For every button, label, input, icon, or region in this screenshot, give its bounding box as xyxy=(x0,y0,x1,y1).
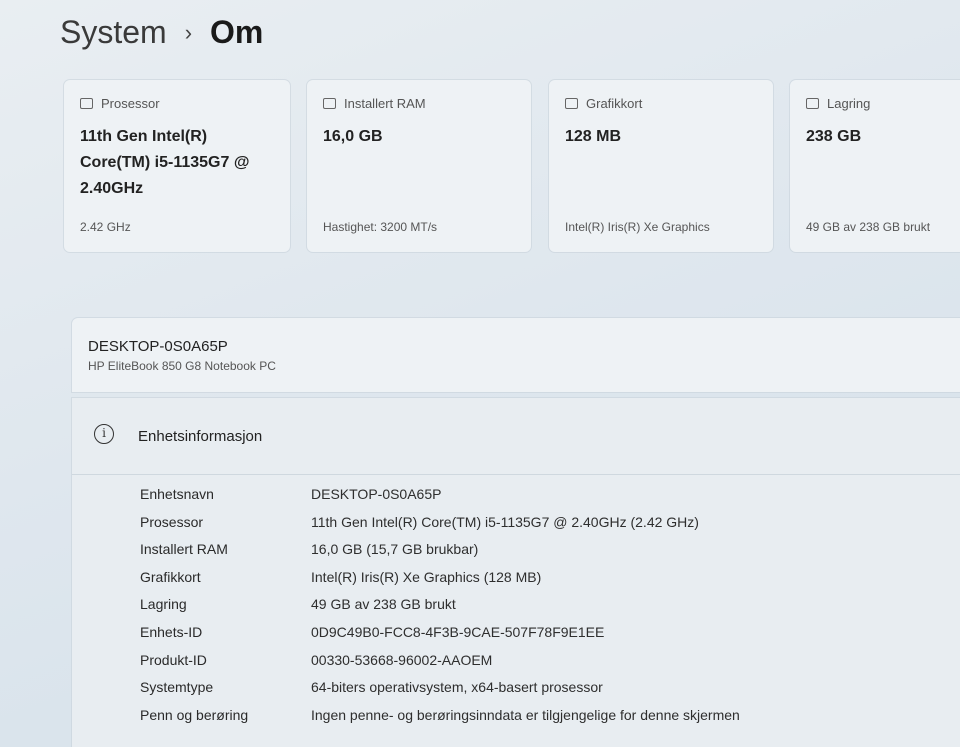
spec-value: 49 GB av 238 GB brukt xyxy=(311,596,456,613)
gpu-card: Grafikkort 128 MB Intel(R) Iris(R) Xe Gr… xyxy=(549,80,773,252)
card-subtext: 2.42 GHz xyxy=(80,220,131,234)
spec-value: DESKTOP-0S0A65P xyxy=(311,486,442,502)
spec-key: Lagring xyxy=(140,596,187,613)
ram-card: Installert RAM 16,0 GB Hastighet: 3200 M… xyxy=(307,80,531,252)
spec-value: 64-biters operativsystem, x64-basert pro… xyxy=(311,679,603,696)
card-value: 238 GB xyxy=(806,128,862,145)
storage-card: Lagring 238 GB 49 GB av 238 GB brukt xyxy=(790,80,960,252)
card-label: Lagring xyxy=(827,96,871,111)
spec-value: Intel(R) Iris(R) Xe Graphics (128 MB) xyxy=(311,568,542,585)
breadcrumb-system-link[interactable]: System xyxy=(60,14,167,51)
card-label: Prosessor xyxy=(101,96,160,111)
gpu-icon xyxy=(565,98,578,109)
spec-value: 16,0 GB (15,7 GB brukbar) xyxy=(311,541,479,558)
card-subtext: Intel(R) Iris(R) Xe Graphics xyxy=(565,220,710,234)
spec-key: Systemtype xyxy=(140,679,214,696)
card-value: 128 MB xyxy=(565,128,622,145)
cpu-icon xyxy=(80,98,93,109)
spec-key: Produkt-ID xyxy=(140,651,207,668)
device-name: DESKTOP-0S0A65P xyxy=(88,338,228,355)
device-name-bar[interactable]: DESKTOP-0S0A65P HP EliteBook 850 G8 Note… xyxy=(72,318,960,392)
card-value: 11th Gen Intel(R) Core(TM) i5-1135G7 @ 2… xyxy=(80,128,250,197)
storage-icon xyxy=(806,98,819,109)
spec-key: Grafikkort xyxy=(140,568,201,585)
card-label: Installert RAM xyxy=(344,96,426,111)
card-subtext: 49 GB av 238 GB brukt xyxy=(806,220,931,234)
processor-card: Prosessor 11th Gen Intel(R) Core(TM) i5-… xyxy=(64,80,290,252)
spec-value: Ingen penne- og berøringsinndata er tilg… xyxy=(311,706,740,723)
spec-value: 0D9C49B0-FCC8-4F3B-9CAE-507F78F9E1EE xyxy=(311,623,605,640)
info-icon: i xyxy=(94,424,114,444)
spec-value: 00330-53668-96002-AAOEM xyxy=(311,651,493,668)
spec-value: 11th Gen Intel(R) Core(TM) i5-1135G7 @ 2… xyxy=(311,513,699,530)
device-info-panel: i Enhetsinformasjon Enhetsnavn DESKTOP-0S… xyxy=(72,398,960,747)
spec-key: Prosessor xyxy=(140,513,204,530)
ram-icon xyxy=(323,98,336,109)
card-value: 16,0 GB xyxy=(323,128,383,145)
spec-key: Enhetsnavn xyxy=(140,486,214,502)
spec-key: Installert RAM xyxy=(140,541,228,558)
spec-cards: Prosessor 11th Gen Intel(R) Core(TM) i5-… xyxy=(64,80,960,254)
chevron-right-icon: › xyxy=(184,19,193,45)
device-model: HP EliteBook 850 G8 Notebook PC xyxy=(88,359,276,373)
device-info-title: Enhetsinformasjon xyxy=(138,428,263,445)
breadcrumb: System › Om xyxy=(60,14,263,51)
device-info-header[interactable]: i Enhetsinformasjon xyxy=(72,398,960,475)
spec-key: Enhets-ID xyxy=(140,623,203,640)
card-subtext: Hastighet: 3200 MT/s xyxy=(323,220,438,234)
card-label: Grafikkort xyxy=(586,96,643,111)
spec-key: Penn og berøring xyxy=(140,706,249,723)
page-title: Om xyxy=(210,14,264,50)
